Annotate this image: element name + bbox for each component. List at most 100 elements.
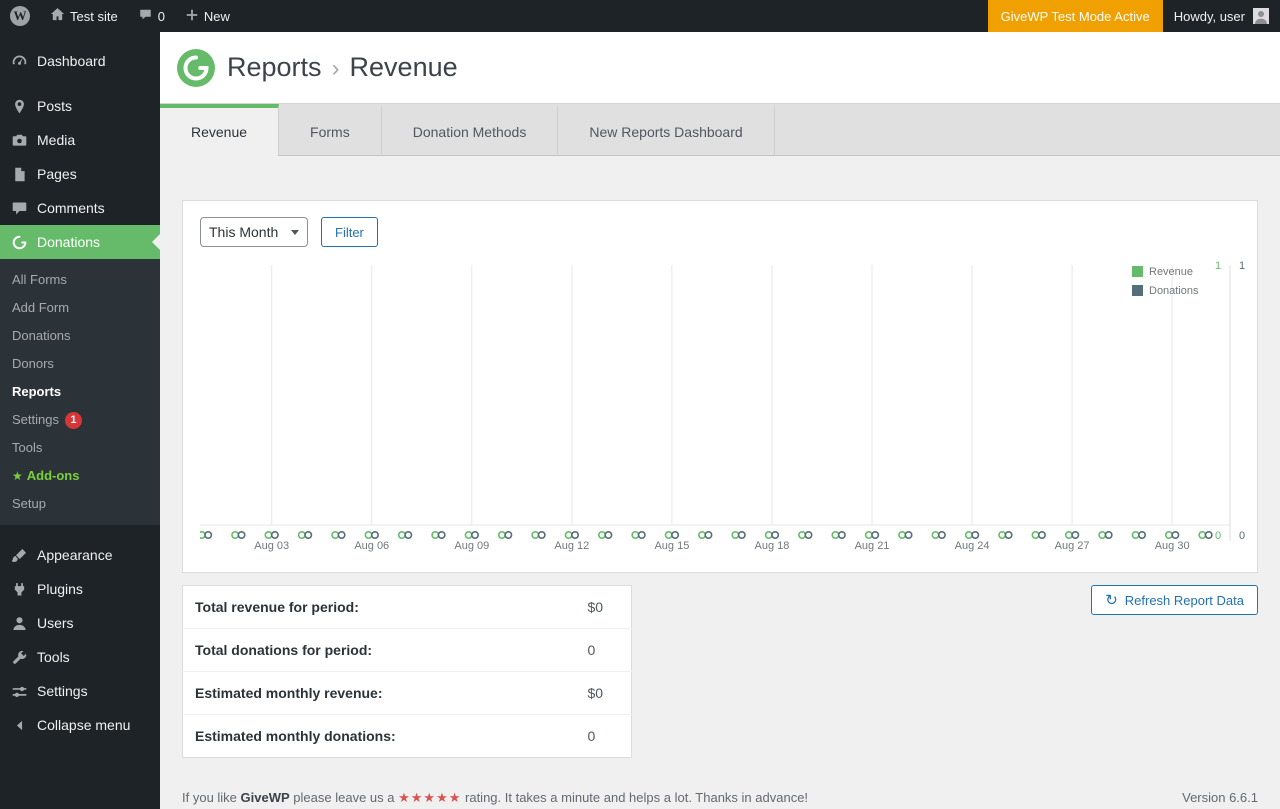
tab-forms[interactable]: Forms xyxy=(279,104,382,155)
account-menu[interactable]: Howdy, user xyxy=(1163,0,1280,32)
period-select[interactable]: This Month xyxy=(200,217,308,247)
sidebar-item-users[interactable]: Users xyxy=(0,606,160,640)
svg-text:Aug 27: Aug 27 xyxy=(1055,540,1090,552)
sidebar-item-label: Media xyxy=(37,132,76,148)
tools-icon xyxy=(9,647,29,667)
brand-name: GiveWP xyxy=(240,790,290,805)
givewp-test-mode-badge[interactable]: GiveWP Test Mode Active xyxy=(987,0,1163,32)
footer: If you like GiveWP please leave us a ★★★… xyxy=(182,790,1258,806)
breadcrumb-current: Revenue xyxy=(349,52,458,82)
report-tabs: Revenue Forms Donation Methods New Repor… xyxy=(160,103,1280,156)
appearance-icon xyxy=(9,545,29,565)
submenu-item-add-ons[interactable]: ★ Add-ons xyxy=(0,462,160,490)
summary-value: $0 xyxy=(587,599,604,615)
table-row: Total revenue for period: $0 xyxy=(183,586,632,629)
filter-row: This Month Filter xyxy=(200,217,1247,247)
sidebar-item-label: Comments xyxy=(37,200,105,216)
givewp-icon xyxy=(9,232,29,252)
revenue-chart: Aug 03 Aug 06 Aug 09 Aug 12 Aug 15 Aug 18 Aug … xyxy=(197,257,1247,562)
rating-request-text: If you like GiveWP please leave us a ★★★… xyxy=(182,790,809,805)
sidebar-item-donations[interactable]: Donations xyxy=(0,225,160,259)
svg-text:Aug 30: Aug 30 xyxy=(1155,540,1190,552)
new-content-button[interactable]: New xyxy=(175,0,240,32)
summary-value: 0 xyxy=(575,628,632,672)
admin-bar: W Test site 0 New GiveWP Test Mode Activ… xyxy=(0,0,1280,32)
summary-label: Estimated monthly revenue: xyxy=(182,671,576,715)
summary-value: 0 xyxy=(575,714,632,758)
sidebar-item-label: Settings xyxy=(37,683,88,699)
svg-text:0: 0 xyxy=(1239,530,1245,542)
svg-text:Donations: Donations xyxy=(1149,285,1199,297)
collapse-arrow-icon xyxy=(9,715,29,735)
star-icon: ★ xyxy=(12,469,23,483)
sidebar-item-appearance[interactable]: Appearance xyxy=(0,538,160,572)
wordpress-menu-button[interactable]: W xyxy=(0,0,40,32)
comments-link[interactable]: 0 xyxy=(128,0,175,32)
site-name-link[interactable]: Test site xyxy=(40,0,128,32)
breadcrumb: Reports › Revenue xyxy=(227,52,458,83)
sidebar-item-plugins[interactable]: Plugins xyxy=(0,572,160,606)
new-label: New xyxy=(203,8,230,24)
sidebar-item-label: Plugins xyxy=(37,581,83,597)
sidebar-item-pages[interactable]: Pages xyxy=(0,157,160,191)
collapse-menu-label: Collapse menu xyxy=(37,717,131,733)
breadcrumb-reports[interactable]: Reports xyxy=(227,52,322,82)
breadcrumb-separator: › xyxy=(331,55,340,82)
plugins-icon xyxy=(9,579,29,599)
sidebar-item-label: Tools xyxy=(37,649,70,665)
media-icon xyxy=(9,130,29,150)
sidebar-item-label: Users xyxy=(37,615,74,631)
sidebar-item-label: Pages xyxy=(37,166,77,182)
submenu-item-tools[interactable]: Tools xyxy=(0,434,160,462)
tab-new-reports-dashboard[interactable]: New Reports Dashboard xyxy=(558,104,775,155)
table-row: Total donations for period: 0 xyxy=(182,628,632,672)
sidebar-item-tools[interactable]: Tools xyxy=(0,640,160,674)
sidebar-item-media[interactable]: Media xyxy=(0,123,160,157)
comments-count: 0 xyxy=(157,8,165,24)
main-content: Reports › Revenue Revenue Forms Donation M… xyxy=(160,32,1280,809)
givewp-logo xyxy=(177,48,215,87)
pages-icon xyxy=(9,164,29,184)
svg-text:0: 0 xyxy=(1215,530,1221,542)
tab-donation-methods[interactable]: Donation Methods xyxy=(382,104,559,155)
svg-text:Aug 15: Aug 15 xyxy=(654,540,689,552)
submenu-item-donors[interactable]: Donors xyxy=(0,350,160,378)
submenu-item-setup[interactable]: Setup xyxy=(0,490,160,518)
wordpress-icon: W xyxy=(10,6,30,26)
submenu-item-add-form[interactable]: Add Form xyxy=(0,294,160,322)
sidebar-item-dashboard[interactable]: Dashboard xyxy=(0,44,160,78)
summary-label: Total donations for period: xyxy=(182,628,576,672)
table-row: Estimated monthly revenue: $0 xyxy=(182,671,632,715)
submenu-item-all-forms[interactable]: All Forms xyxy=(0,266,160,294)
comments-icon xyxy=(9,198,29,218)
sidebar-item-label: Appearance xyxy=(37,547,113,563)
tab-revenue[interactable]: Revenue xyxy=(160,104,280,156)
svg-text:Revenue: Revenue xyxy=(1149,266,1193,278)
collapse-menu-button[interactable]: Collapse menu xyxy=(0,708,160,742)
filter-button[interactable]: Filter xyxy=(321,217,378,247)
sidebar-item-comments[interactable]: Comments xyxy=(0,191,160,225)
summary-value: $0 xyxy=(575,671,632,715)
dashboard-icon xyxy=(9,51,29,71)
summary-table: Total revenue for period: $0 Total donat… xyxy=(182,585,632,758)
table-row: Estimated monthly donations: 0 xyxy=(182,714,632,758)
svg-text:Aug 09: Aug 09 xyxy=(454,540,489,552)
refresh-report-button[interactable]: ↻ Refresh Report Data xyxy=(1091,585,1258,615)
sidebar-item-label: Donations xyxy=(37,234,101,250)
avatar xyxy=(1253,8,1269,24)
svg-text:Aug 12: Aug 12 xyxy=(554,540,589,552)
rating-stars[interactable]: ★★★★★ xyxy=(398,790,461,805)
sidebar-item-label: Posts xyxy=(37,98,73,114)
report-body: This Month Filter Aug 03 Aug 06 Aug 09 Aug … xyxy=(160,156,1280,806)
submenu-item-reports[interactable]: Reports xyxy=(0,378,160,406)
svg-text:Aug 21: Aug 21 xyxy=(855,540,890,552)
admin-sidebar: Dashboard Posts Media Pages Comments Don… xyxy=(0,32,160,809)
users-icon xyxy=(9,613,29,633)
site-name-label: Test site xyxy=(70,8,118,24)
submenu-item-donations[interactable]: Donations xyxy=(0,322,160,350)
submenu-item-settings[interactable]: Settings 1 xyxy=(0,406,160,434)
sidebar-item-settings[interactable]: Settings xyxy=(0,674,160,708)
page-header: Reports › Revenue xyxy=(160,32,1280,103)
version-label: Version 6.6.1 xyxy=(1182,790,1258,805)
sidebar-item-posts[interactable]: Posts xyxy=(0,89,160,123)
